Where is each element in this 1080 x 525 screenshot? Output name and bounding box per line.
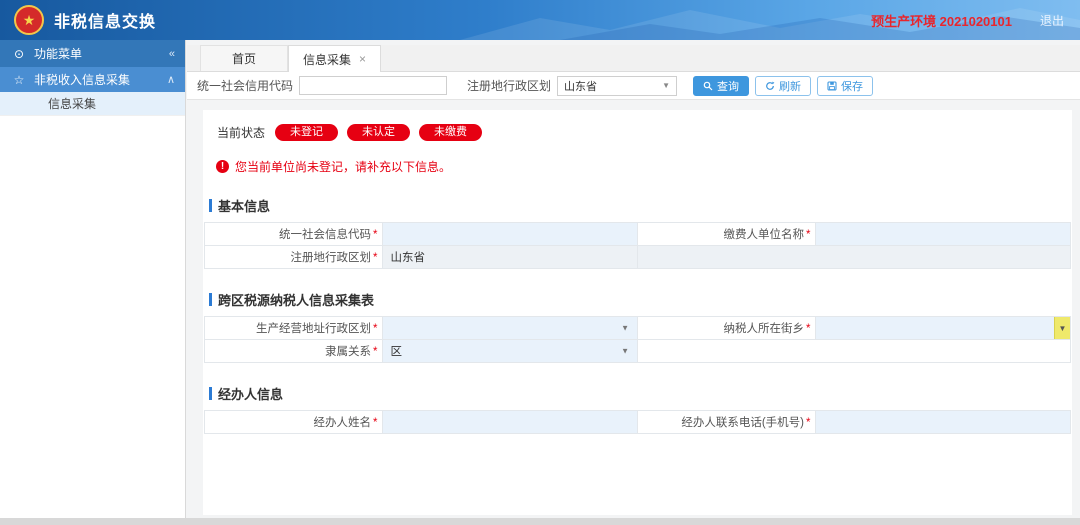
table-row: 统一社会信息代码 * 缴费人单位名称 *: [204, 222, 1071, 246]
menu-icon: ⊙: [13, 46, 25, 61]
section-agent-info-title: 经办人信息: [218, 387, 284, 402]
warning-message-row: ! 您当前单位尚未登记，请补充以下信息。: [216, 158, 1072, 175]
refresh-button-label: 刷新: [779, 80, 802, 93]
chevron-down-icon: ▼: [1058, 323, 1067, 333]
logout-link[interactable]: 退出: [1040, 12, 1064, 29]
table-row: 注册地行政区划 * 山东省: [204, 245, 1072, 269]
street-select[interactable]: ▼: [814, 316, 1071, 340]
credit-code-field[interactable]: [381, 222, 638, 246]
affiliation-field-label: 隶属关系 *: [204, 339, 383, 363]
section-accent-bar: [209, 293, 212, 306]
section-cross-region-title: 跨区税源纳税人信息采集表: [218, 293, 375, 308]
section-agent-info: 经办人信息: [209, 384, 1059, 403]
street-dropdown-button[interactable]: ▼: [1054, 317, 1070, 339]
refresh-button[interactable]: 刷新: [755, 75, 812, 96]
emblem-star-icon: ★: [22, 12, 36, 28]
tab-home-label: 首页: [231, 52, 256, 66]
tab-close-icon[interactable]: ×: [359, 52, 366, 66]
sidebar-item-label: 信息采集: [48, 97, 97, 111]
agent-phone-input[interactable]: [823, 411, 1070, 433]
main-area: 首页 信息采集 × 统一社会信用代码 注册地行政区划 山东省 ▼ 查询 刷新 保…: [187, 40, 1080, 525]
save-icon: [827, 80, 837, 91]
warning-icon: !: [216, 160, 229, 173]
search-icon: [703, 81, 713, 90]
refresh-icon: [766, 81, 775, 90]
agent-phone-field-label: 经办人联系电话(手机号) *: [636, 410, 816, 434]
app-window: ★ 非税信息交换 预生产环境 2021020101 退出 ⊙ 功能菜单 « ☆ …: [0, 0, 1080, 525]
sidebar-item-info-collection[interactable]: 信息采集: [0, 92, 185, 116]
content-panel: 当前状态 未登记 未认定 未缴费 ! 您当前单位尚未登记，请补充以下信息。 基本…: [203, 110, 1072, 515]
section-accent-bar: [209, 387, 212, 400]
agent-name-field-label: 经办人姓名 *: [204, 410, 383, 434]
current-status-row: 当前状态 未登记 未认定 未缴费: [203, 110, 1072, 141]
tab-info-collection-label: 信息采集: [303, 52, 352, 67]
agent-info-table: 经办人姓名 * 经办人联系电话(手机号) *: [204, 410, 1071, 434]
section-accent-bar: [209, 199, 212, 212]
current-status-label: 当前状态: [217, 126, 266, 140]
region-select[interactable]: 山东省 ▼: [557, 75, 678, 96]
table-row: 生产经营地址行政区划 * ▼ 纳税人所在街乡 * ▼: [204, 316, 1071, 340]
sidebar: ⊙ 功能菜单 « ☆ 非税收入信息采集 ∧ 信息采集: [0, 40, 186, 518]
section-basic-info: 基本信息: [209, 196, 1059, 215]
payer-name-input[interactable]: [823, 223, 1070, 245]
agent-phone-field[interactable]: [814, 410, 1071, 434]
top-header: ★ 非税信息交换 预生产环境 2021020101 退出: [0, 0, 1080, 40]
save-button[interactable]: 保存: [817, 75, 874, 96]
sidebar-menu-header: ⊙ 功能菜单 «: [0, 40, 185, 67]
region-select-value: 山东省: [564, 80, 598, 93]
basic-info-table: 统一社会信息代码 * 缴费人单位名称 * 注册地行政区划 * 山东省: [204, 222, 1072, 269]
environment-label: 预生产环境 2021020101: [871, 13, 1012, 29]
star-icon: ☆: [13, 72, 25, 87]
credit-code-search-input[interactable]: [299, 76, 448, 95]
affiliation-select[interactable]: 区 ▼: [381, 339, 638, 363]
query-button-label: 查询: [717, 80, 740, 93]
national-emblem-logo: ★: [14, 5, 44, 35]
empty-cell: [636, 339, 1072, 363]
payer-name-field[interactable]: [814, 222, 1071, 246]
sidebar-collapse-icon[interactable]: «: [169, 48, 175, 60]
section-basic-info-title: 基本信息: [218, 199, 271, 214]
empty-cell: [636, 245, 1072, 269]
sidebar-menu-title: 功能菜单: [34, 47, 83, 61]
region-search-label: 注册地行政区划: [467, 79, 552, 93]
business-address-field-label: 生产经营地址行政区划 *: [204, 316, 383, 340]
query-button[interactable]: 查询: [693, 75, 750, 96]
credit-code-field-label: 统一社会信息代码 *: [204, 222, 383, 246]
agent-name-input[interactable]: [390, 411, 637, 433]
chevron-up-icon: ∧: [166, 74, 175, 86]
warning-text: 您当前单位尚未登记，请补充以下信息。: [235, 160, 452, 174]
horizontal-scrollbar[interactable]: [0, 518, 1080, 525]
credit-code-input[interactable]: [390, 223, 637, 245]
status-badge-unpaid: 未缴费: [419, 124, 483, 141]
business-address-select[interactable]: ▼: [381, 316, 638, 340]
street-field-label: 纳税人所在街乡 *: [636, 316, 816, 340]
tab-home[interactable]: 首页: [200, 45, 288, 71]
agent-name-field[interactable]: [381, 410, 638, 434]
chevron-down-icon: ▼: [621, 323, 629, 333]
section-cross-region: 跨区税源纳税人信息采集表: [209, 290, 1059, 309]
region-field-label: 注册地行政区划 *: [204, 245, 383, 269]
region-field-value: 山东省: [381, 245, 638, 269]
search-toolbar: 统一社会信用代码 注册地行政区划 山东省 ▼ 查询 刷新 保存: [187, 72, 1080, 100]
cross-region-table: 生产经营地址行政区划 * ▼ 纳税人所在街乡 * ▼ 隶属关系 * 区 ▼: [204, 316, 1072, 363]
chevron-down-icon: ▼: [662, 81, 671, 90]
status-badge-unregistered: 未登记: [275, 124, 339, 141]
sidebar-group-label: 非税收入信息采集: [34, 73, 131, 87]
sidebar-group-nontax-collection[interactable]: ☆ 非税收入信息采集 ∧: [0, 67, 185, 92]
app-title: 非税信息交换: [54, 14, 157, 31]
save-button-label: 保存: [841, 80, 864, 93]
table-row: 经办人姓名 * 经办人联系电话(手机号) *: [204, 410, 1071, 434]
credit-code-search-label: 统一社会信用代码: [197, 79, 294, 93]
table-row: 隶属关系 * 区 ▼: [204, 339, 1072, 363]
payer-name-field-label: 缴费人单位名称 *: [636, 222, 816, 246]
tab-info-collection[interactable]: 信息采集 ×: [288, 45, 382, 72]
chevron-down-icon: ▼: [621, 346, 629, 356]
status-badge-unconfirmed: 未认定: [347, 124, 411, 141]
tab-bar: 首页 信息采集 ×: [187, 45, 1080, 72]
